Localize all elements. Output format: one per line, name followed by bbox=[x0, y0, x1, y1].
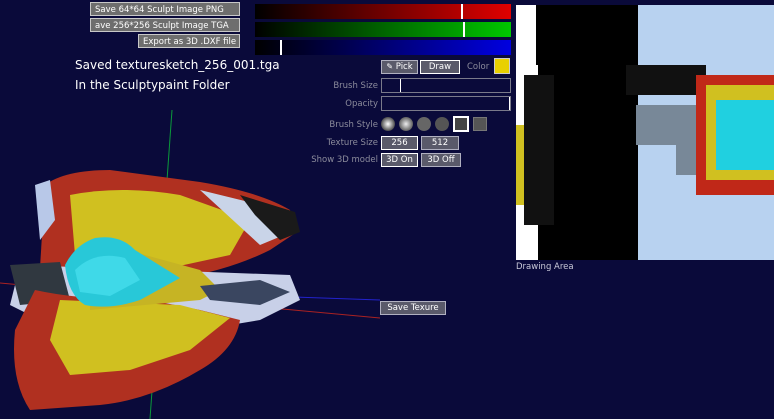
3d-model-viewport[interactable] bbox=[0, 0, 510, 419]
save-texture-button[interactable]: Save Texure bbox=[380, 301, 446, 315]
drawing-area-canvas[interactable] bbox=[516, 5, 774, 260]
drawing-area-label: Drawing Area bbox=[516, 262, 574, 272]
